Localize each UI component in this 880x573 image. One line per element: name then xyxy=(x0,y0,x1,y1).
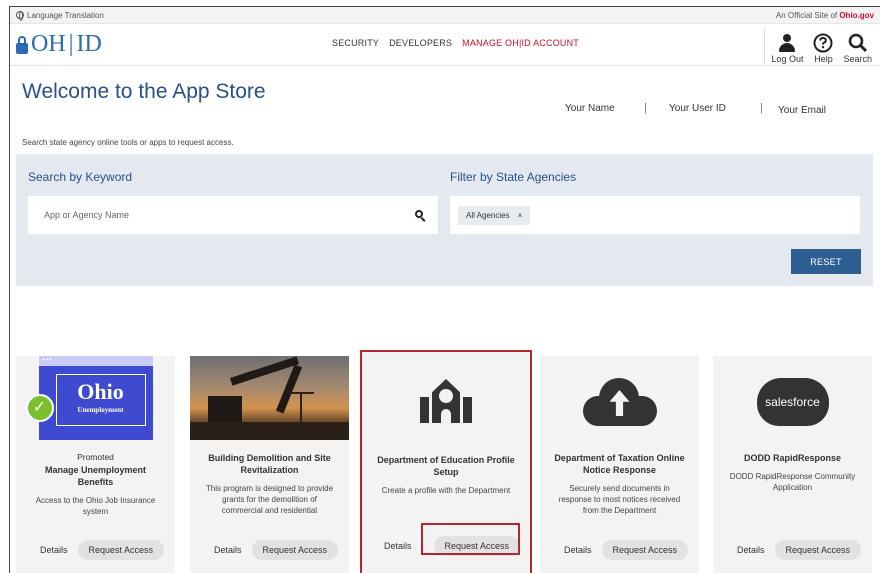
logout-label: Log Out xyxy=(771,54,804,64)
card-actions: Details Request Access xyxy=(190,540,349,560)
globe-icon xyxy=(16,11,24,21)
details-link[interactable]: Details xyxy=(40,545,68,555)
welcome-section: Welcome to the App Store Your Name | You… xyxy=(10,66,880,147)
card-title: Department of Taxation Online Notice Res… xyxy=(554,453,685,475)
card-title: DODD RapidResponse xyxy=(743,453,841,463)
request-access-button[interactable]: Request Access xyxy=(251,540,339,560)
card-description: Create a profile with the Department xyxy=(381,486,511,495)
check-icon: ✓ xyxy=(25,394,54,422)
card-description: Access to the Ohio Job Insurance system xyxy=(35,496,156,516)
app-card-demolition: Building Demolition and Site Revitalizat… xyxy=(190,356,349,573)
request-access-highlight xyxy=(421,523,520,555)
unemployment-logo-text: Unemployment xyxy=(77,406,124,414)
card-actions: Details Request Access xyxy=(16,540,175,560)
search-icon[interactable] xyxy=(415,209,426,222)
card-image: ••• Ohio Unemployment ✓ xyxy=(16,356,175,440)
header-search-button[interactable]: Search xyxy=(843,32,872,64)
card-image xyxy=(540,356,699,440)
reset-button[interactable]: RESET xyxy=(791,249,861,274)
page-title: Welcome to the App Store xyxy=(22,80,266,103)
details-link[interactable]: Details xyxy=(384,541,412,551)
page-subtitle: Search state agency online tools or apps… xyxy=(22,138,234,147)
card-image xyxy=(362,352,530,442)
ohid-logo[interactable]: OH | ID xyxy=(10,31,102,58)
ohio-logo-text: Ohio xyxy=(77,379,124,404)
agency-filter-input[interactable]: All Agencies × xyxy=(450,196,860,234)
salesforce-logo-text: salesforce xyxy=(765,395,820,409)
search-label: Search xyxy=(843,54,872,64)
card-description: DODD RapidResponse Community Application xyxy=(729,472,856,492)
remove-tag-icon[interactable]: × xyxy=(518,211,523,220)
card-description: Securely send documents in response to m… xyxy=(558,484,681,515)
ohio-unemployment-logo: ••• Ohio Unemployment ✓ xyxy=(25,356,153,440)
cloud-upload-icon xyxy=(582,378,657,426)
card-actions: Details Request Access xyxy=(713,540,872,560)
app-card-dodd: salesforce DODD RapidResponse DODD Rapid… xyxy=(713,356,872,573)
tools-divider xyxy=(764,28,766,64)
request-access-button[interactable]: Request Access xyxy=(601,540,689,560)
logo-sep: | xyxy=(68,31,74,57)
user-email: Your Email xyxy=(778,105,826,116)
logout-button[interactable]: Log Out xyxy=(771,32,803,64)
ohio-gov-link[interactable]: Ohio.gov xyxy=(839,11,874,20)
help-label: Help xyxy=(814,54,833,64)
search-panel: Search by Keyword Filter by State Agenci… xyxy=(16,154,873,286)
app-card-taxation: Department of Taxation Online Notice Res… xyxy=(540,356,699,573)
header-tools: Log Out Help Search xyxy=(764,26,872,64)
logo-id: ID xyxy=(76,31,102,57)
main-nav: SECURITY DEVELOPERS MANAGE OH|ID ACCOUNT xyxy=(332,38,579,48)
keyword-label: Search by Keyword xyxy=(28,170,133,184)
keyword-search-input[interactable]: App or Agency Name xyxy=(28,196,438,234)
top-strip: Language Translation An Official Site of… xyxy=(10,7,880,24)
site-header: OH | ID SECURITY DEVELOPERS MANAGE OH|ID… xyxy=(10,24,880,66)
agency-filter-tag: All Agencies × xyxy=(458,205,531,225)
nav-manage-account[interactable]: MANAGE OH|ID ACCOUNT xyxy=(462,38,579,48)
salesforce-icon: salesforce xyxy=(756,371,829,426)
card-image xyxy=(190,356,349,440)
logo-oh: OH xyxy=(31,31,66,57)
lock-icon xyxy=(16,35,28,54)
card-title: Department of Education Profile Setup xyxy=(377,455,515,477)
nav-security[interactable]: SECURITY xyxy=(332,38,379,48)
agency-filter-label: Filter by State Agencies xyxy=(450,170,577,184)
window-dots: ••• xyxy=(42,357,53,364)
card-actions: Details Request Access xyxy=(540,540,699,560)
official-prefix: An Official Site of xyxy=(775,10,840,20)
card-title: Building Demolition and Site Revitalizat… xyxy=(208,453,331,475)
card-title: Manage Unemployment Benefits xyxy=(44,465,147,487)
user-divider-2: | xyxy=(760,102,763,114)
user-divider-1: | xyxy=(644,102,647,114)
school-icon xyxy=(420,379,472,423)
language-label: Language Translation xyxy=(27,10,104,20)
language-translation-link[interactable]: Language Translation xyxy=(16,10,104,21)
official-site-notice: An Official Site of Ohio.gov xyxy=(776,11,874,20)
help-button[interactable]: Help xyxy=(813,32,833,64)
details-link[interactable]: Details xyxy=(214,545,242,555)
app-card-unemployment: ••• Ohio Unemployment ✓ Promoted Manage … xyxy=(16,356,175,573)
help-icon xyxy=(813,33,833,53)
card-image: salesforce xyxy=(713,356,872,440)
keyword-placeholder: App or Agency Name xyxy=(44,210,130,220)
details-link[interactable]: Details xyxy=(564,545,592,555)
agency-filter-tag-label: All Agencies xyxy=(466,210,510,220)
request-access-button[interactable]: Request Access xyxy=(774,540,862,560)
search-icon xyxy=(848,33,867,53)
request-access-button[interactable]: Request Access xyxy=(77,540,165,560)
construction-photo xyxy=(190,356,349,440)
promoted-label: Promoted xyxy=(77,452,114,462)
user-icon xyxy=(779,34,796,52)
details-link[interactable]: Details xyxy=(737,545,765,555)
user-id: Your User ID xyxy=(669,103,726,114)
card-description: This program is designed to provide gran… xyxy=(205,484,334,515)
user-name: Your Name xyxy=(565,103,615,114)
nav-developers[interactable]: DEVELOPERS xyxy=(389,38,452,48)
app-frame: Language Translation An Official Site of… xyxy=(9,6,880,573)
